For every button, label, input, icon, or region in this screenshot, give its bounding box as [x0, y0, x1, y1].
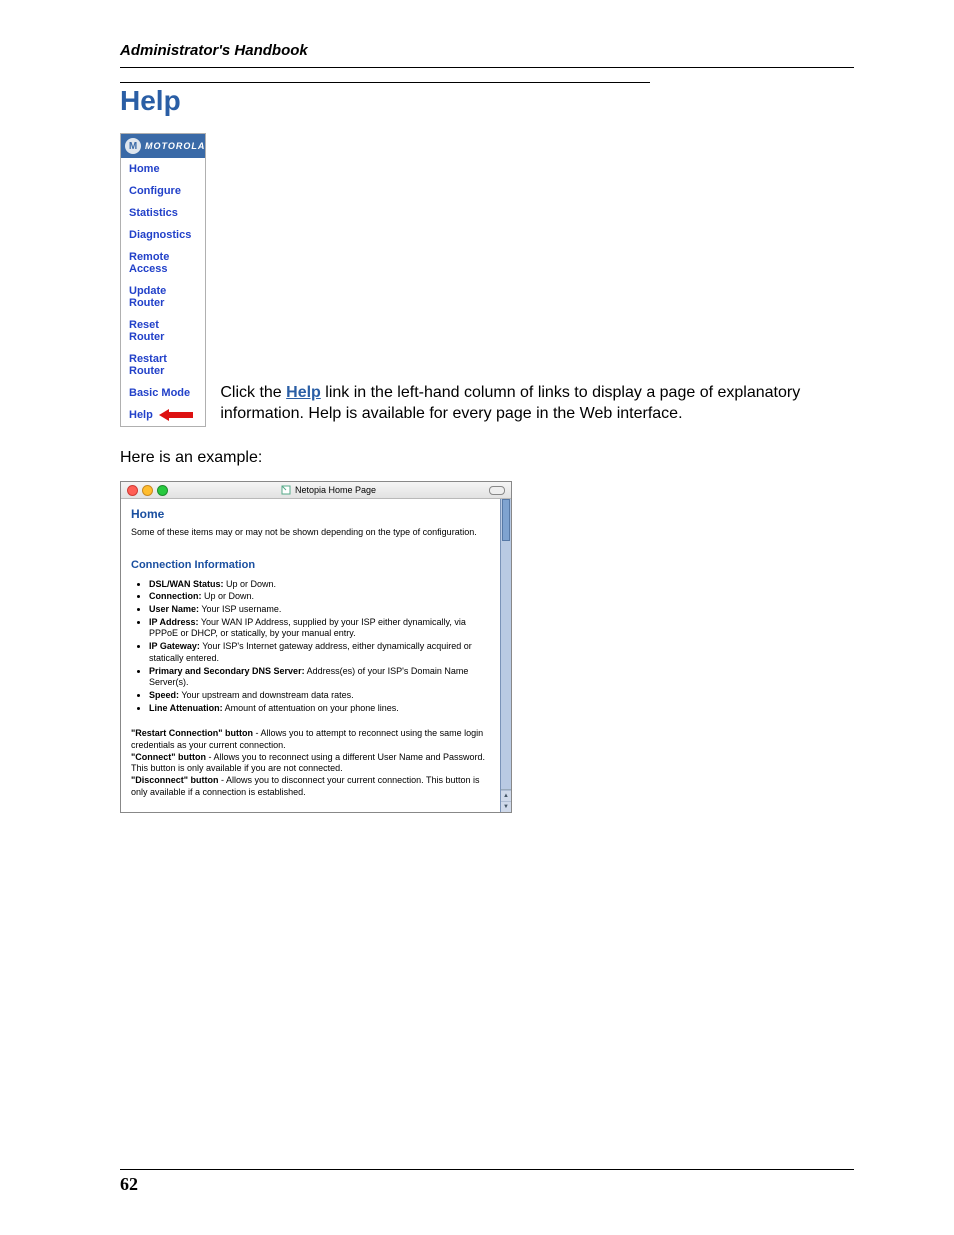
section-rule: [120, 82, 650, 83]
arrow-left-icon: [159, 409, 193, 421]
close-icon[interactable]: [127, 485, 138, 496]
list-item: Primary and Secondary DNS Server: Addres…: [149, 666, 490, 689]
list-item: Line Attenuation: Amount of attentuation…: [149, 703, 490, 715]
nav-item-update-router[interactable]: Update Router: [121, 280, 205, 314]
section-heading: Help: [120, 85, 854, 117]
nav-item-basic-mode[interactable]: Basic Mode: [121, 382, 205, 404]
scroll-up-icon[interactable]: ▲: [501, 790, 511, 801]
example-line: Here is an example:: [120, 449, 854, 467]
side-text-pre: Click the: [220, 384, 286, 401]
list-item: Connection: Up or Down.: [149, 591, 490, 603]
page-number: 62: [120, 1174, 854, 1195]
brand-text: MOTOROLA: [145, 141, 205, 151]
header-rule: [120, 67, 854, 68]
running-head: Administrator's Handbook: [120, 42, 854, 59]
page-icon: [281, 485, 291, 495]
list-item: User Name: Your ISP username.: [149, 604, 490, 616]
example-window: Netopia Home Page Home Some of these ite…: [120, 481, 512, 813]
nav-item-remote-access[interactable]: Remote Access: [121, 246, 205, 280]
nav-item-diagnostics[interactable]: Diagnostics: [121, 224, 205, 246]
toolbar-lozenge-icon[interactable]: [489, 486, 505, 495]
nav-item-statistics[interactable]: Statistics: [121, 202, 205, 224]
home-intro: Some of these items may or may not be sh…: [131, 527, 490, 539]
nav-item-label: Help: [129, 409, 153, 421]
nav-item-home[interactable]: Home: [121, 158, 205, 180]
window-titlebar: Netopia Home Page: [121, 482, 511, 499]
list-item: IP Address: Your WAN IP Address, supplie…: [149, 617, 490, 640]
list-item: IP Gateway: Your ISP's Internet gateway …: [149, 641, 490, 664]
help-link[interactable]: Help: [286, 384, 321, 401]
nav-item-help[interactable]: Help: [121, 404, 205, 426]
window-content: Home Some of these items may or may not …: [121, 499, 500, 812]
nav-item-restart-router[interactable]: Restart Router: [121, 348, 205, 382]
list-item: Speed: Your upstream and downstream data…: [149, 690, 490, 702]
side-paragraph: Click the Help link in the left-hand col…: [220, 382, 854, 427]
nav-panel: M MOTOROLA Home Configure Statistics Dia…: [120, 133, 206, 427]
motorola-logo-icon: M: [125, 138, 141, 154]
nav-item-configure[interactable]: Configure: [121, 180, 205, 202]
window-title-text: Netopia Home Page: [295, 485, 376, 495]
zoom-icon[interactable]: [157, 485, 168, 496]
scroll-down-icon[interactable]: ▼: [501, 801, 511, 812]
button-description-block: "Restart Connection" button - Allows you…: [131, 728, 490, 798]
scrollbar-thumb[interactable]: [502, 499, 510, 541]
footer-rule: [120, 1169, 854, 1170]
list-item: DSL/WAN Status: Up or Down.: [149, 579, 490, 591]
window-title: Netopia Home Page: [172, 485, 485, 495]
minimize-icon[interactable]: [142, 485, 153, 496]
nav-logo: M MOTOROLA: [121, 134, 205, 158]
home-heading: Home: [131, 507, 490, 521]
connection-info-list: DSL/WAN Status: Up or Down. Connection: …: [149, 579, 490, 715]
nav-item-reset-router[interactable]: Reset Router: [121, 314, 205, 348]
scrollbar[interactable]: ▲ ▼: [500, 499, 511, 812]
connection-info-heading: Connection Information: [131, 559, 490, 571]
